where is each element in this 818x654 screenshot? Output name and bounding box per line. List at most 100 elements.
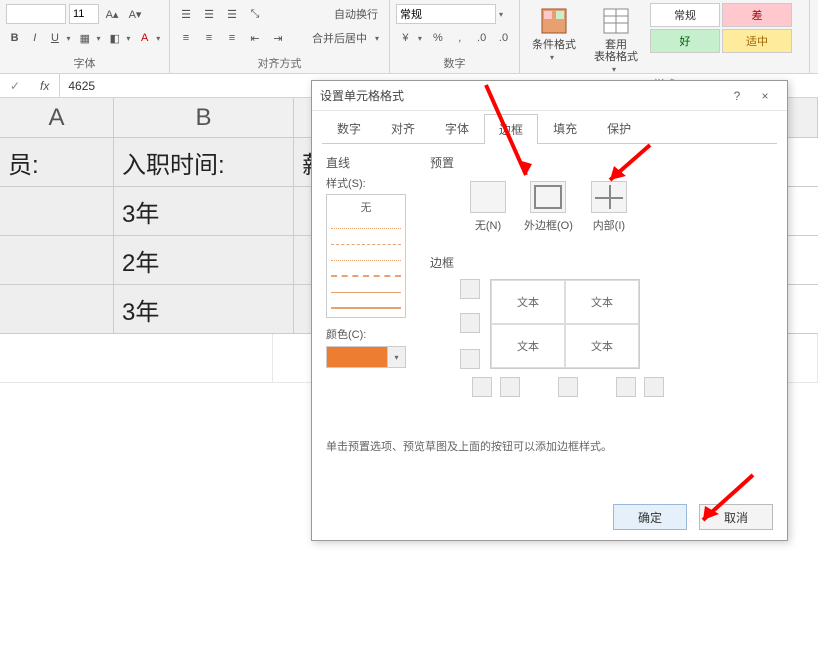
preset-none-button[interactable]: 无(N) bbox=[470, 181, 506, 233]
border-button-icon[interactable]: ▦ bbox=[76, 28, 93, 48]
wrap-text-button[interactable]: 自动换行 bbox=[329, 4, 383, 24]
close-button[interactable]: × bbox=[751, 89, 779, 103]
cell[interactable]: 2年 bbox=[114, 236, 294, 284]
ok-button[interactable]: 确定 bbox=[613, 504, 687, 530]
cell[interactable] bbox=[0, 187, 114, 235]
increase-decimal-icon[interactable]: .0 bbox=[472, 28, 491, 48]
tab-border[interactable]: 边框 bbox=[484, 114, 538, 144]
tab-fill[interactable]: 填充 bbox=[538, 113, 592, 143]
preview-cell: 文本 bbox=[565, 324, 639, 368]
font-group: A▴ A▾ B I U ▾ ▦ ▾ ◧ ▾ A ▾ 字体 bbox=[0, 0, 170, 73]
number-format-select[interactable] bbox=[396, 4, 496, 24]
border-diag-up-button[interactable] bbox=[644, 377, 664, 397]
align-top-icon[interactable]: ☰ bbox=[176, 4, 196, 24]
border-bottom-button[interactable] bbox=[460, 349, 480, 369]
cell[interactable]: 3年 bbox=[114, 187, 294, 235]
line-style-item[interactable] bbox=[331, 219, 401, 229]
border-diag-down-button[interactable] bbox=[472, 377, 492, 397]
line-style-label: 样式(S): bbox=[326, 175, 406, 191]
font-color-icon[interactable]: A bbox=[136, 28, 153, 48]
format-as-table-button[interactable]: 套用 表格格式 ▾ bbox=[588, 3, 644, 76]
line-style-none[interactable]: 无 bbox=[331, 199, 401, 213]
tab-font[interactable]: 字体 bbox=[430, 113, 484, 143]
line-color-swatch bbox=[327, 347, 387, 367]
fill-color-icon[interactable]: ◧ bbox=[106, 28, 123, 48]
number-group-label: 数字 bbox=[396, 55, 513, 73]
bold-button[interactable]: B bbox=[6, 28, 23, 48]
conditional-format-icon bbox=[538, 5, 570, 37]
style-good[interactable]: 好 bbox=[650, 29, 720, 53]
preset-outline-button[interactable]: 外边框(O) bbox=[524, 181, 573, 233]
preset-inside-icon bbox=[591, 181, 627, 213]
chevron-down-icon[interactable]: ▾ bbox=[418, 34, 426, 43]
cell[interactable]: 3年 bbox=[114, 285, 294, 333]
align-right-icon[interactable]: ≡ bbox=[222, 28, 242, 48]
chevron-down-icon[interactable]: ▾ bbox=[96, 34, 103, 43]
indent-decrease-icon[interactable]: ⇤ bbox=[245, 28, 265, 48]
chevron-down-icon: ▾ bbox=[550, 53, 558, 62]
tab-protect[interactable]: 保护 bbox=[592, 113, 646, 143]
merge-button[interactable]: 合并后居中 bbox=[307, 28, 372, 48]
indent-increase-icon[interactable]: ⇥ bbox=[268, 28, 288, 48]
chevron-down-icon[interactable]: ▾ bbox=[387, 347, 405, 367]
fx-icon[interactable]: fx bbox=[30, 74, 60, 97]
col-header-A[interactable]: A bbox=[0, 98, 114, 137]
cell[interactable] bbox=[0, 285, 114, 333]
chevron-down-icon[interactable]: ▾ bbox=[126, 34, 133, 43]
tab-number[interactable]: 数字 bbox=[322, 113, 376, 143]
tick-icon[interactable]: ✓ bbox=[0, 79, 30, 93]
underline-button[interactable]: U bbox=[46, 28, 63, 48]
decrease-font-icon[interactable]: A▾ bbox=[125, 4, 145, 24]
wrap-text-label: 自动换行 bbox=[334, 6, 378, 22]
line-color-label: 颜色(C): bbox=[326, 326, 406, 342]
decrease-decimal-icon[interactable]: .0 bbox=[494, 28, 513, 48]
col-header-B[interactable]: B bbox=[114, 98, 294, 137]
border-horiz-button[interactable] bbox=[460, 313, 480, 333]
italic-button[interactable]: I bbox=[26, 28, 43, 48]
font-size-select[interactable] bbox=[69, 4, 99, 24]
comma-icon[interactable]: , bbox=[450, 28, 469, 48]
border-left-button[interactable] bbox=[500, 377, 520, 397]
currency-icon[interactable]: ¥ bbox=[396, 28, 415, 48]
border-top-button[interactable] bbox=[460, 279, 480, 299]
preset-inside-button[interactable]: 内部(I) bbox=[591, 181, 627, 233]
line-style-list[interactable]: 无 bbox=[326, 194, 406, 318]
increase-font-icon[interactable]: A▴ bbox=[102, 4, 122, 24]
help-button[interactable]: ? bbox=[723, 89, 751, 103]
style-bad[interactable]: 差 bbox=[722, 3, 792, 27]
font-family-select[interactable] bbox=[6, 4, 66, 24]
cell[interactable] bbox=[0, 236, 114, 284]
align-center-icon[interactable]: ≡ bbox=[199, 28, 219, 48]
table-format-icon bbox=[600, 5, 632, 37]
cell[interactable] bbox=[0, 334, 273, 382]
chevron-down-icon[interactable]: ▾ bbox=[499, 10, 507, 19]
chevron-down-icon[interactable]: ▾ bbox=[375, 34, 383, 43]
cell[interactable]: 员: bbox=[0, 138, 114, 186]
line-style-item[interactable] bbox=[331, 251, 401, 261]
conditional-format-button[interactable]: 条件格式 ▾ bbox=[526, 3, 582, 76]
preset-none-icon bbox=[470, 181, 506, 213]
border-right-button[interactable] bbox=[616, 377, 636, 397]
line-section-label: 直线 bbox=[326, 154, 406, 171]
cell[interactable]: 入职时间: bbox=[114, 138, 294, 186]
line-style-item[interactable] bbox=[331, 283, 401, 293]
tab-align[interactable]: 对齐 bbox=[376, 113, 430, 143]
line-style-item[interactable] bbox=[331, 267, 401, 277]
style-neutral[interactable]: 适中 bbox=[722, 29, 792, 53]
align-bottom-icon[interactable]: ☰ bbox=[222, 4, 242, 24]
chevron-down-icon[interactable]: ▾ bbox=[156, 34, 163, 43]
align-left-icon[interactable]: ≡ bbox=[176, 28, 196, 48]
cancel-button[interactable]: 取消 bbox=[699, 504, 773, 530]
orientation-icon[interactable]: ⤡ bbox=[245, 4, 265, 24]
line-color-select[interactable]: ▾ bbox=[326, 346, 406, 368]
preview-grid[interactable]: 文本 文本 文本 文本 bbox=[490, 279, 640, 369]
style-normal[interactable]: 常规 bbox=[650, 3, 720, 27]
align-middle-icon[interactable]: ☰ bbox=[199, 4, 219, 24]
dialog-titlebar[interactable]: 设置单元格格式 ? × bbox=[312, 81, 787, 111]
border-vert-button[interactable] bbox=[558, 377, 578, 397]
line-style-item[interactable] bbox=[331, 235, 401, 245]
percent-icon[interactable]: % bbox=[428, 28, 447, 48]
alignment-group-label: 对齐方式 bbox=[176, 55, 383, 73]
chevron-down-icon[interactable]: ▾ bbox=[67, 34, 74, 43]
line-style-item[interactable] bbox=[331, 299, 401, 309]
